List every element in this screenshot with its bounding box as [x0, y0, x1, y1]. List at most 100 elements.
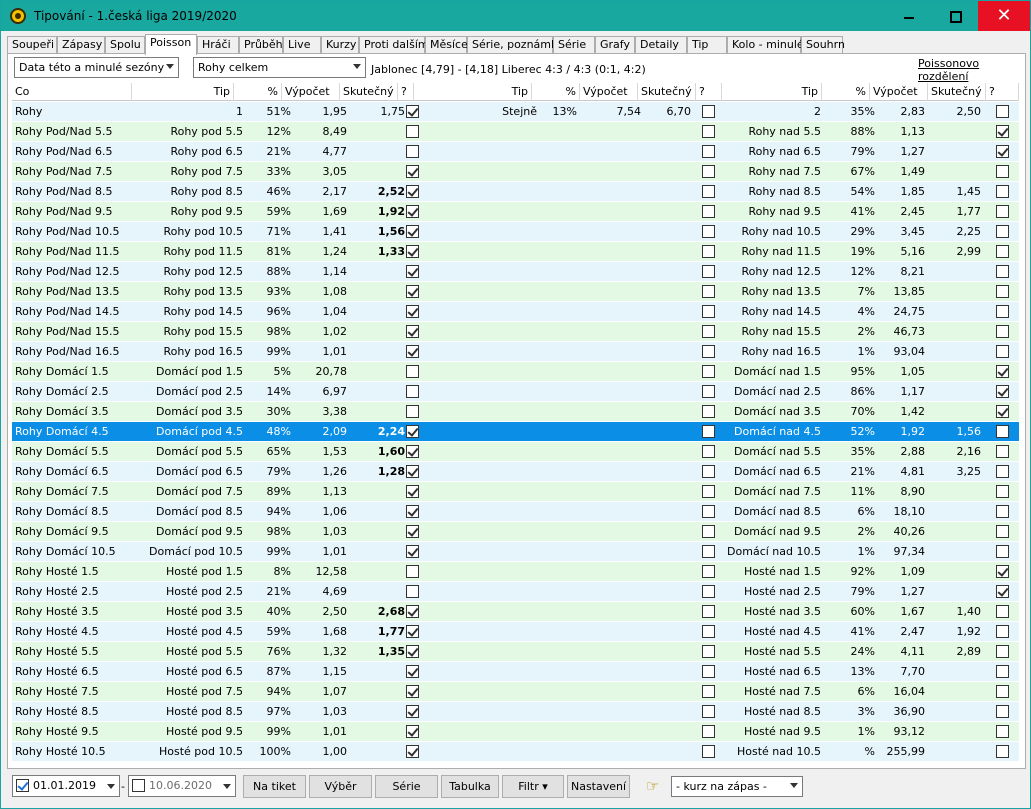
tab-2[interactable]: Zápasy — [57, 36, 105, 54]
checkbox-mid[interactable] — [702, 145, 715, 158]
table-row[interactable]: Rohy 1 51% 1,95 1,75 Stejně 13% 7,54 6,70 2 35% 2,8… — [12, 102, 1019, 122]
checkbox-mid[interactable] — [702, 505, 715, 518]
date-to-checkbox[interactable] — [132, 779, 145, 792]
tabulka-button[interactable]: Tabulka — [441, 775, 499, 798]
checkbox-mid[interactable] — [702, 305, 715, 318]
header-calc[interactable]: Výpočet — [580, 83, 638, 101]
checkbox-right[interactable] — [996, 745, 1009, 758]
serie-button[interactable]: Série — [375, 775, 438, 798]
checkbox-mid[interactable] — [702, 265, 715, 278]
tab-12[interactable]: Série — [553, 36, 595, 54]
checkbox-mid[interactable] — [702, 105, 715, 118]
market-select[interactable]: Rohy celkem — [193, 57, 366, 78]
table-row[interactable]: Rohy Pod/Nad 13.5 Rohy pod 13.5 93% 1,08 Roh… — [12, 282, 1019, 302]
checkbox-right[interactable] — [996, 465, 1009, 478]
table-row[interactable]: Rohy Pod/Nad 12.5 Rohy pod 12.5 88% 1,14 Roh… — [12, 262, 1019, 282]
checkbox-right[interactable] — [996, 505, 1009, 518]
date-from-checkbox[interactable] — [16, 779, 29, 792]
checkbox-mid[interactable] — [702, 545, 715, 558]
checkbox-mid[interactable] — [702, 645, 715, 658]
tab-6[interactable]: Průběh — [239, 36, 283, 54]
nastaveni-button[interactable]: Nastavení — [567, 775, 630, 798]
checkbox-mid[interactable] — [702, 625, 715, 638]
table-row[interactable]: Rohy Domácí 5.5 Domácí pod 5.5 65% 1,53 1,60… — [12, 442, 1019, 462]
tab-11[interactable]: Série, poznámky — [467, 36, 564, 54]
table-row[interactable]: Rohy Domácí 6.5 Domácí pod 6.5 79% 1,26 1,28… — [12, 462, 1019, 482]
checkbox-mid[interactable] — [702, 345, 715, 358]
checkbox-mid[interactable] — [702, 125, 715, 138]
table-row[interactable]: Rohy Domácí 4.5 Domácí pod 4.5 48% 2,09 2,24… — [12, 422, 1019, 442]
table-row[interactable]: Rohy Hosté 9.5 Hosté pod 9.5 99% 1,01 Hosté … — [12, 722, 1019, 742]
checkbox-right[interactable] — [996, 425, 1009, 438]
checkbox-mid[interactable] — [702, 385, 715, 398]
checkbox-mid[interactable] — [702, 185, 715, 198]
table-row[interactable]: Rohy Hosté 7.5 Hosté pod 7.5 94% 1,07 Hosté … — [12, 682, 1019, 702]
checkbox-right[interactable] — [996, 545, 1009, 558]
header-actual[interactable]: Skutečný — [340, 83, 398, 101]
table-row[interactable]: Rohy Pod/Nad 9.5 Rohy pod 9.5 59% 1,69 1,92 R… — [12, 202, 1019, 222]
checkbox-mid[interactable] — [702, 465, 715, 478]
checkbox-right[interactable] — [996, 565, 1009, 578]
checkbox-mid[interactable] — [702, 245, 715, 258]
checkbox-mid[interactable] — [702, 165, 715, 178]
header-pct[interactable]: % — [532, 83, 580, 101]
checkbox-right[interactable] — [996, 525, 1009, 538]
tab-4[interactable]: Poisson — [145, 34, 197, 55]
table-row[interactable]: Rohy Pod/Nad 7.5 Rohy pod 7.5 33% 3,05 Rohy … — [12, 162, 1019, 182]
checkbox-right[interactable] — [996, 365, 1009, 378]
checkbox-mid[interactable] — [702, 745, 715, 758]
header-actual[interactable]: Skutečný — [638, 83, 696, 101]
header-tip[interactable]: Tip — [414, 83, 532, 101]
checkbox-mid[interactable] — [702, 365, 715, 378]
checkbox-mid[interactable] — [702, 205, 715, 218]
tab-16[interactable]: Kolo - minulé — [727, 36, 804, 54]
header-q[interactable]: ? — [986, 83, 1019, 101]
checkbox-mid[interactable] — [702, 525, 715, 538]
table-row[interactable]: Rohy Domácí 2.5 Domácí pod 2.5 14% 6,97 Domá… — [12, 382, 1019, 402]
checkbox-mid[interactable] — [702, 485, 715, 498]
title-bar[interactable]: Tipování - 1.česká liga 2019/2020 ✕ — [1, 1, 1030, 31]
table-row[interactable]: Rohy Hosté 1.5 Hosté pod 1.5 8% 12,58 Hosté … — [12, 562, 1019, 582]
tab-1[interactable]: Soupeři — [7, 36, 57, 54]
checkbox-right[interactable] — [996, 485, 1009, 498]
date-to-picker[interactable]: 10.06.2020 — [128, 775, 236, 797]
header-calc[interactable]: Výpočet — [282, 83, 340, 101]
tab-15[interactable]: Tip — [687, 36, 727, 54]
table-row[interactable]: Rohy Hosté 2.5 Hosté pod 2.5 21% 4,69 Hosté … — [12, 582, 1019, 602]
checkbox-mid[interactable] — [702, 605, 715, 618]
checkbox-right[interactable] — [996, 305, 1009, 318]
checkbox-right[interactable] — [996, 165, 1009, 178]
table-row[interactable]: Rohy Hosté 10.5 Hosté pod 10.5 100% 1,00 Hos… — [12, 742, 1019, 762]
checkbox-right[interactable] — [996, 645, 1009, 658]
table-row[interactable]: Rohy Pod/Nad 15.5 Rohy pod 15.5 98% 1,02 Roh… — [12, 322, 1019, 342]
checkbox-right[interactable] — [996, 585, 1009, 598]
tab-10[interactable]: Měsíce — [425, 36, 468, 54]
table-row[interactable]: Rohy Domácí 8.5 Domácí pod 8.5 94% 1,06 Domá… — [12, 502, 1019, 522]
checkbox-right[interactable] — [996, 685, 1009, 698]
header-tip[interactable]: Tip — [132, 83, 234, 101]
header-q[interactable]: ? — [696, 83, 722, 101]
checkbox-right[interactable] — [996, 285, 1009, 298]
table-row[interactable]: Rohy Pod/Nad 5.5 Rohy pod 5.5 12% 8,49 Rohy … — [12, 122, 1019, 142]
checkbox-mid[interactable] — [702, 425, 715, 438]
poisson-distribution-link[interactable]: Poissonovo rozdělení — [918, 57, 1030, 83]
tab-14[interactable]: Detaily — [635, 36, 687, 54]
checkbox-right[interactable] — [996, 205, 1009, 218]
checkbox-right[interactable] — [996, 705, 1009, 718]
table-row[interactable]: Rohy Domácí 10.5 Domácí pod 10.5 99% 1,01 Do… — [12, 542, 1019, 562]
table-row[interactable]: Rohy Hosté 3.5 Hosté pod 3.5 40% 2,50 2,68 Ho… — [12, 602, 1019, 622]
checkbox-right[interactable] — [996, 385, 1009, 398]
checkbox-mid[interactable] — [702, 585, 715, 598]
table-row[interactable]: Rohy Pod/Nad 6.5 Rohy pod 6.5 21% 4,77 Rohy … — [12, 142, 1019, 162]
tab-9[interactable]: Proti dalším — [359, 36, 429, 54]
na-tiket-button[interactable]: Na tiket — [243, 775, 306, 798]
header-pct[interactable]: % — [822, 83, 870, 101]
checkbox-right[interactable] — [996, 605, 1009, 618]
filtr-button[interactable]: Filtr ▾ — [502, 775, 564, 798]
table-row[interactable]: Rohy Domácí 9.5 Domácí pod 9.5 98% 1,03 Domá… — [12, 522, 1019, 542]
header-co[interactable]: Co — [12, 83, 132, 101]
checkbox-right[interactable] — [996, 245, 1009, 258]
tab-8[interactable]: Kurzy — [321, 36, 359, 54]
table-row[interactable]: Rohy Hosté 6.5 Hosté pod 6.5 87% 1,15 Hosté … — [12, 662, 1019, 682]
table-row[interactable]: Rohy Domácí 3.5 Domácí pod 3.5 30% 3,38 Domá… — [12, 402, 1019, 422]
